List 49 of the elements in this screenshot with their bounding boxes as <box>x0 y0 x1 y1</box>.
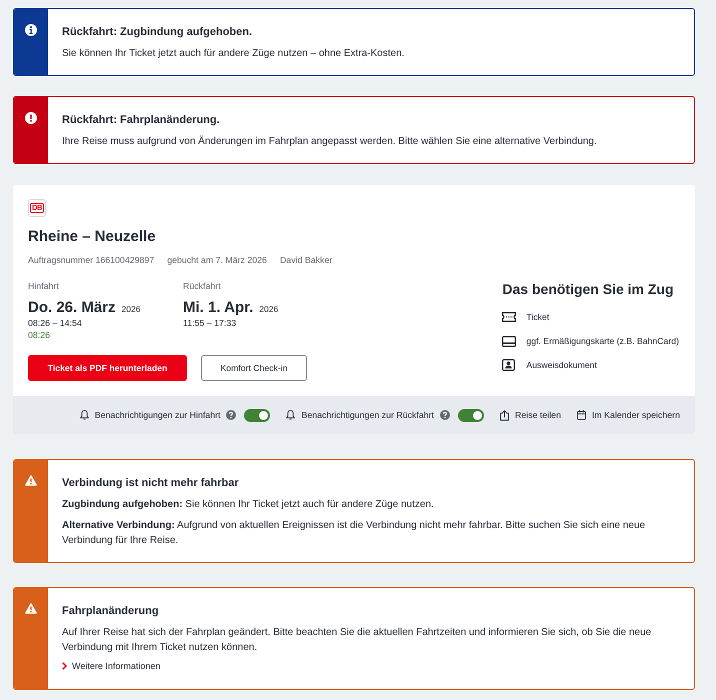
requirements-title: Das benötigen Sie im Zug <box>502 280 675 298</box>
notice-text: Alternative Verbindung: Aufgrund von aktuellen Ereignissen ist die Verbindung nicht mehr fahrbar. Bitte suchen Sie sich eine neue Verbindung für Ihre Reise. <box>62 519 646 548</box>
warning-triangle-icon <box>25 603 37 614</box>
notice-text: Auf Ihrer Reise hat sich der Fahrplan geändert. Bitte beachten Sie die aktuellen Fahrtzeiten und informieren Sie sich, ob Sie die neue Verbindung mit Ihrem Ticket nutzen können. <box>62 626 652 655</box>
notice-title: Rückfahrt: Zugbindung aufgehoben. <box>62 25 254 40</box>
toggle-switch[interactable] <box>244 408 270 422</box>
notification-label: Benachrichtigungen zur Hinfahrt <box>94 409 220 421</box>
more-info-link[interactable]: Weitere Informationen <box>62 660 160 672</box>
requirement-label: Ticket <box>526 311 550 323</box>
notice-title: Rückfahrt: Fahrplanänderung. <box>62 113 221 128</box>
warning-triangle-icon <box>25 475 37 486</box>
id-card-icon <box>502 359 516 371</box>
notice-text: Zugbindung aufgehoben: Sie können Ihr Ticket jetzt auch für andere Züge nutzen. <box>62 498 435 512</box>
download-ticket-button[interactable]: Ticket als PDF herunterladen <box>28 355 187 381</box>
check-in-button[interactable]: Komfort Check-in <box>201 355 307 381</box>
route-title: Rheine – Neuzelle <box>28 227 156 247</box>
exclamation-circle-icon <box>25 112 37 124</box>
travel-times: 11:55 – 17:33 <box>183 317 236 329</box>
help-icon[interactable] <box>440 410 450 420</box>
travel-times: 08:26 – 14:54 <box>28 317 82 329</box>
share-trip-button[interactable]: Reise teilen <box>500 409 561 421</box>
calendar-icon <box>576 410 586 420</box>
requirement-label: Ausweisdokument <box>526 359 597 371</box>
notice-title: Fahrplanänderung <box>62 604 160 619</box>
travel-date: Mi. 1. Apr. <box>183 298 254 317</box>
realtime-departure: 08:26 <box>28 329 50 341</box>
booking-info-text: Auftragsnummer 166100429897 <box>28 254 154 266</box>
direction-label: Rückfahrt <box>183 280 221 292</box>
card-icon <box>502 336 516 346</box>
travel-date: Do. 26. März <box>28 298 116 317</box>
travel-year: 2026 <box>259 304 278 314</box>
bell-icon <box>80 410 89 420</box>
chevron-right-icon <box>62 662 67 670</box>
notice-title: Verbindung ist nicht mehr fahrbar <box>62 476 240 491</box>
booking-info-text: David Bakker <box>280 254 332 266</box>
bell-icon <box>286 410 296 420</box>
requirement-label: ggf. Ermäßigungskarte (z.B. BahnCard) <box>526 335 679 347</box>
info-icon <box>25 24 37 36</box>
notification-label: Benachrichtigungen zur Rückfahrt <box>301 409 434 421</box>
calendar-save-button[interactable]: Im Kalender speichern <box>576 409 680 421</box>
travel-year: 2026 <box>122 304 140 314</box>
ticket-icon <box>502 312 516 322</box>
share-icon <box>500 410 509 420</box>
direction-label: Hinfahrt <box>28 280 59 292</box>
booking-info-text: gebucht am 7. März 2026 <box>167 254 267 266</box>
toggle-switch[interactable] <box>458 408 484 422</box>
help-icon[interactable] <box>226 410 236 420</box>
notice-text: Ihre Reise muss aufgrund von Änderungen im Fahrplan angepasst werden. Bitte wählen Sie eine alternative Verbindung. <box>62 134 598 149</box>
notice-text: Sie können Ihr Ticket jetzt auch für andere Züge nutzen – ohne Extra-Kosten. <box>62 47 406 61</box>
